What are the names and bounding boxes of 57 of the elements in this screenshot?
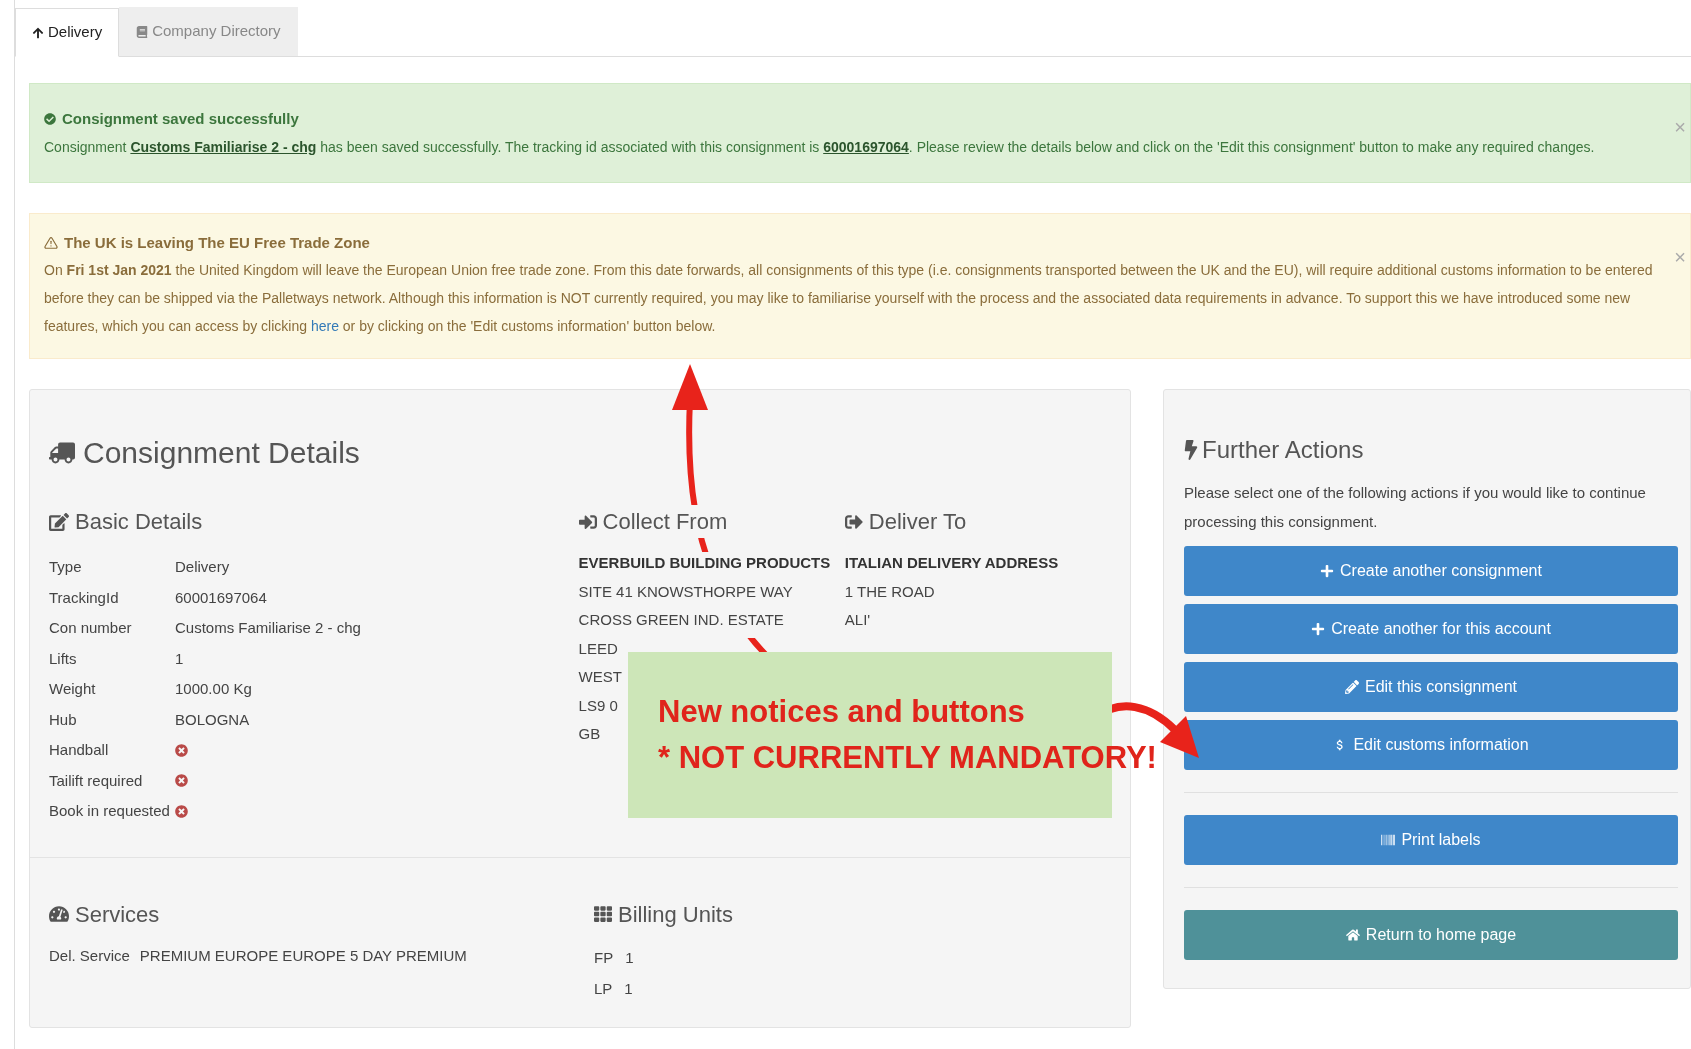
detail-value: Delivery xyxy=(175,557,230,577)
alert-message: Consignment Customs Familiarise 2 - chg has been saved successfully. The tracking id associated with this consignment is 60001697064. Please review the details below and click on the 'Edit this consignment' button to make any required changes. xyxy=(44,137,1596,157)
billing-label: FP xyxy=(594,947,614,968)
detail-label: Weight xyxy=(49,679,97,699)
detail-value: 1000.00 Kg xyxy=(175,679,252,699)
action-button[interactable]: Return to home page xyxy=(1184,910,1678,960)
warning-icon xyxy=(44,235,58,250)
service-label: Del. Service xyxy=(49,945,130,966)
grid-icon xyxy=(594,905,612,923)
close-button[interactable]: × xyxy=(1674,112,1686,142)
action-button[interactable]: Print labels xyxy=(1184,815,1678,865)
actions-description: Please select one of the following actions if you would like to continue processing this consignment. xyxy=(1184,483,1647,532)
detail-label: TrackingId xyxy=(49,587,120,608)
detail-label: Con number xyxy=(49,618,133,638)
section-title: Billing Units xyxy=(618,900,733,929)
annotation-text: * NOT CURRENTLY MANDATORY! xyxy=(658,739,1157,777)
tab[interactable]: Delivery xyxy=(15,8,120,57)
book-icon xyxy=(136,25,149,38)
action-button[interactable]: Create another for this account xyxy=(1184,604,1678,654)
tab[interactable]: Company Directory xyxy=(119,7,298,56)
alert-title: The UK is Leaving The EU Free Trade Zone xyxy=(64,232,370,253)
detail-value: 60001697064 xyxy=(175,587,267,608)
panel-title: Further Actions xyxy=(1202,435,1364,465)
detail-label: Handball xyxy=(49,740,110,760)
dashboard-icon xyxy=(49,904,69,924)
sign-in-icon xyxy=(578,512,597,531)
section-title: Services xyxy=(75,900,160,929)
inline-link[interactable]: Customs Familiarise 2 - chg xyxy=(130,138,317,155)
sign-out-icon xyxy=(844,512,863,531)
detail-label: Tailift required xyxy=(49,770,144,791)
detail-label: Type xyxy=(49,557,83,577)
annotation-text: New notices and buttons xyxy=(658,693,1025,731)
address-name: EVERBUILD BUILDING PRODUCTS xyxy=(578,552,831,581)
inline-link[interactable]: here xyxy=(310,318,339,334)
alert-message: On Fri 1st Jan 2021 the United Kingdom will leave the European Union free trade zone. From this date forwards, all consignments of this type (i.e. consignments transported between the UK and the EU), will require additional customs information to be entered before they can be shipped via the Palletways network. Although this information is NOT currently required, you may like to familiarise yourself with the process and the associated data requirements in advance. To support this we have introduced some new features, which you can access by clicking here or by clicking on the 'Edit customs information' button below. xyxy=(44,261,1654,336)
action-button[interactable]: Edit customs information xyxy=(1184,720,1678,770)
action-button[interactable]: Edit this consignment xyxy=(1184,662,1678,712)
action-button[interactable]: Create another consignment xyxy=(1184,546,1678,596)
detail-label: Hub xyxy=(49,709,78,730)
detail-value: Customs Familiarise 2 - chg xyxy=(175,618,361,638)
service-value: PREMIUM EUROPE EUROPE 5 DAY PREMIUM xyxy=(139,945,467,966)
panel-title: Consignment Details xyxy=(83,435,360,471)
section-title: Collect From xyxy=(602,505,728,538)
detail-label: Lifts xyxy=(49,648,78,669)
section-title: Basic Details xyxy=(75,508,203,536)
arrow-up-icon xyxy=(32,26,44,39)
billing-value: 1 xyxy=(625,947,634,968)
edit-icon xyxy=(49,511,69,532)
billing-label: LP xyxy=(594,978,613,999)
detail-label: Book in requested xyxy=(49,801,171,821)
alert-title: Consignment saved successfully xyxy=(62,109,299,129)
detail-value: BOLOGNA xyxy=(175,709,250,730)
billing-value: 1 xyxy=(624,978,633,999)
detail-value: 1 xyxy=(175,648,184,669)
close-button[interactable]: × xyxy=(1674,241,1686,272)
inline-link[interactable]: 60001697064 xyxy=(823,138,909,155)
bolt-icon xyxy=(1184,440,1198,460)
